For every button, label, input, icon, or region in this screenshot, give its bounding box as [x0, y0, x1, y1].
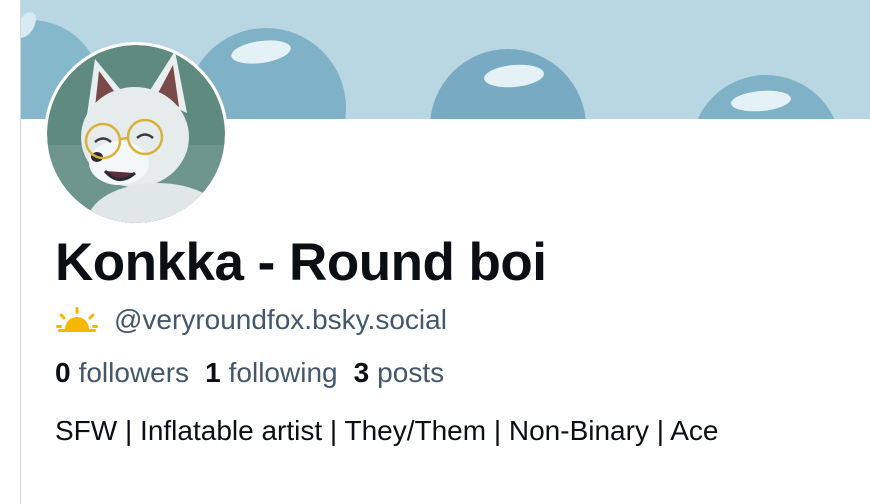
- posts-label: posts: [377, 357, 445, 388]
- profile-bio: SFW | Inflatable artist | They/Them | No…: [55, 415, 719, 446]
- followers-label: followers: [78, 357, 190, 388]
- following-stat[interactable]: 1 following: [205, 357, 338, 389]
- following-count: 1: [205, 357, 221, 388]
- handle-row: @veryroundfox.bsky.social: [56, 303, 447, 337]
- followers-stat[interactable]: 0 followers: [55, 357, 189, 389]
- posts-count: 3: [353, 357, 370, 388]
- followers-count: 0: [55, 357, 71, 388]
- display-name: Konkka - Round boi: [55, 233, 547, 292]
- posts-stat: 3 posts: [354, 357, 445, 389]
- avatar[interactable]: [44, 42, 228, 226]
- profile-handle[interactable]: @veryroundfox.bsky.social: [114, 304, 447, 336]
- profile-page: Konkka - Round boi @veryroundfox.bsky.so…: [0, 0, 870, 504]
- sunrise-icon: [56, 307, 98, 332]
- avatar-image: [47, 45, 225, 223]
- following-label: following: [228, 357, 338, 388]
- profile-stats: 0 followers 1 following 3 posts: [55, 357, 460, 389]
